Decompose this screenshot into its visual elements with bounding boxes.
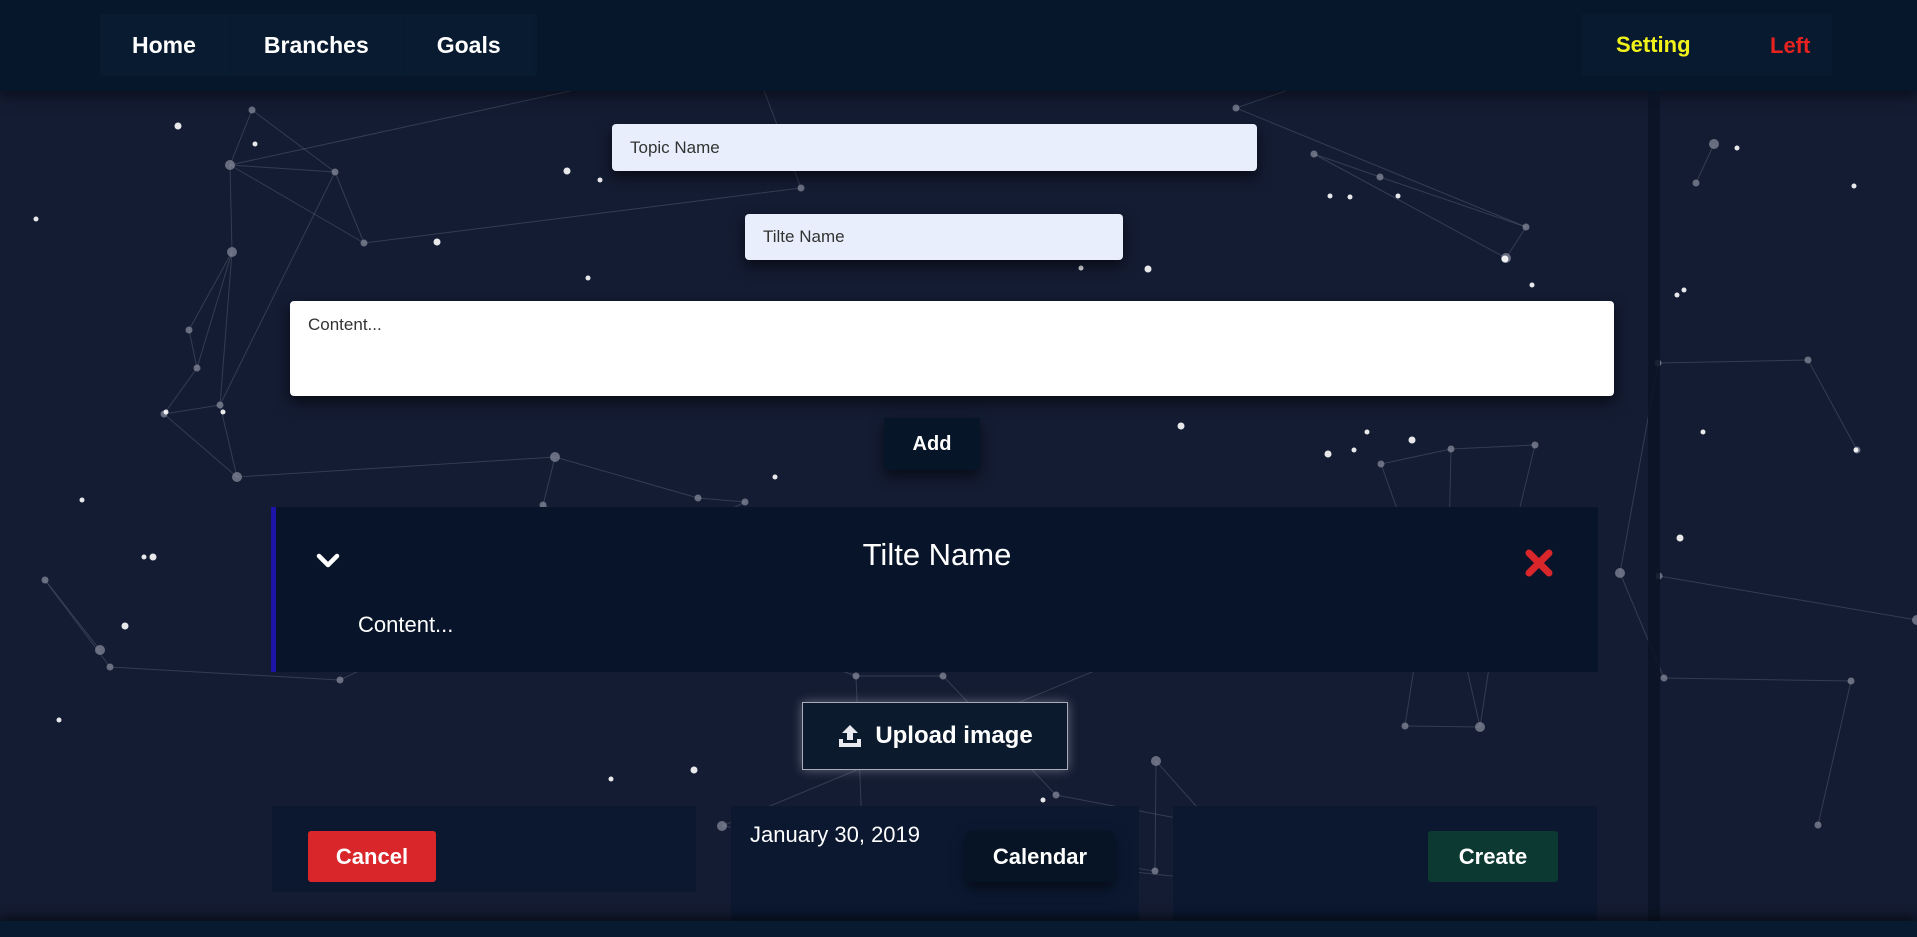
side-divider	[1648, 91, 1660, 921]
main-nav: Home Branches Goals	[100, 14, 537, 76]
calendar-button[interactable]: Calendar	[966, 831, 1114, 882]
title-name-input[interactable]	[745, 214, 1123, 260]
nav-goals[interactable]: Goals	[404, 14, 533, 76]
nav-left[interactable]: Left	[1736, 14, 1810, 76]
add-button[interactable]: Add	[884, 418, 980, 470]
topic-card: Tilte Name Content...	[271, 507, 1598, 672]
upload-image-button[interactable]: Upload image	[802, 702, 1068, 770]
card-content: Content...	[358, 612, 454, 637]
content-textarea[interactable]	[290, 301, 1614, 396]
nav-branches[interactable]: Branches	[231, 14, 401, 76]
close-x-icon[interactable]	[1524, 548, 1554, 578]
card-title: Tilte Name	[862, 537, 1012, 572]
upload-icon	[839, 725, 862, 747]
topic-name-input[interactable]	[612, 124, 1257, 171]
create-button[interactable]: Create	[1428, 831, 1558, 882]
date-display: January 30, 2019	[750, 822, 921, 847]
upload-label: Upload image	[875, 722, 1033, 749]
nav-home[interactable]: Home	[100, 14, 228, 76]
top-navbar: Home Branches Goals Setting Left	[0, 0, 1917, 91]
nav-setting[interactable]: Setting	[1582, 14, 1736, 76]
cancel-button[interactable]: Cancel	[308, 831, 436, 882]
user-nav: Setting Left	[1582, 14, 1832, 76]
bottom-bar	[0, 921, 1917, 937]
